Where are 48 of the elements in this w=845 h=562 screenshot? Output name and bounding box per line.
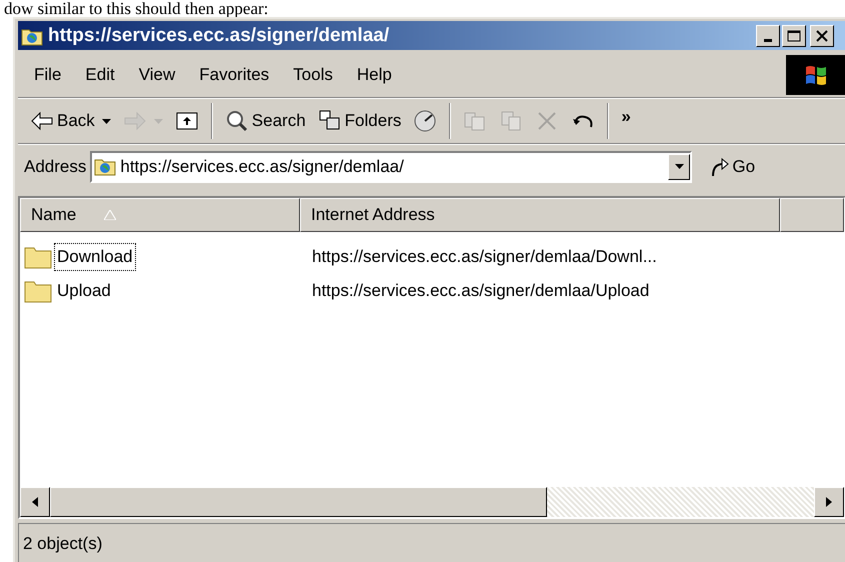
scroll-left-button[interactable] <box>20 487 50 517</box>
pages-icon <box>499 109 524 133</box>
go-button[interactable]: Go <box>704 150 762 182</box>
folder-icon <box>24 279 52 303</box>
menu-item[interactable]: Edit <box>73 60 127 90</box>
search-button[interactable]: Search <box>220 103 310 139</box>
clock-icon <box>413 109 438 133</box>
window-title: https://services.ecc.as/signer/demlaa/ <box>48 26 390 45</box>
address-label: Address <box>24 156 86 178</box>
address-field[interactable]: https://services.ecc.as/signer/demlaa/ <box>90 150 692 182</box>
caret-icon <box>674 164 684 169</box>
menu-item[interactable]: Help <box>344 60 404 90</box>
minimize-icon <box>764 38 772 42</box>
windows-flag-icon <box>804 64 828 86</box>
chevron-button[interactable]: » <box>617 99 635 135</box>
left-arrow-icon <box>32 497 38 507</box>
horizontal-scrollbar[interactable] <box>20 487 844 517</box>
minimize-button[interactable] <box>756 24 780 46</box>
menu-item[interactable]: Favorites <box>187 60 282 90</box>
document-text: dow similar to this should then appear: <box>3 0 270 16</box>
dropdown-button[interactable] <box>668 154 690 180</box>
search-icon <box>224 109 249 133</box>
maximize-button[interactable] <box>782 24 806 46</box>
curved-arrow-icon <box>710 156 730 178</box>
caret-icon <box>154 118 163 124</box>
menu-item[interactable]: Tools <box>281 60 345 90</box>
close-icon <box>816 30 828 42</box>
menu-item[interactable]: File <box>22 60 74 90</box>
status-text: 2 object(s) <box>23 533 102 556</box>
menu-item[interactable]: View <box>126 60 188 90</box>
file-name[interactable]: Download <box>54 243 136 271</box>
right-arrow-icon <box>826 497 832 507</box>
back-arrow-icon <box>30 109 54 133</box>
maximize-icon <box>787 30 801 42</box>
column-header[interactable]: Name <box>20 198 300 232</box>
folder-icon <box>24 245 52 269</box>
sort-triangle-icon <box>104 210 116 220</box>
forward-arrow-icon <box>122 109 147 133</box>
caret-icon <box>102 118 111 124</box>
address-cell-text: https://services.ecc.as/signer/demlaa/Upload <box>311 280 650 302</box>
scroll-thumb[interactable] <box>50 487 547 517</box>
address-cell-text: https://services.ecc.as/signer/demlaa/Downl... <box>311 246 657 268</box>
folders-button[interactable]: Folders <box>314 103 406 139</box>
column-header[interactable]: Internet Address <box>300 198 780 232</box>
scroll-right-button[interactable] <box>814 487 844 517</box>
back-button[interactable]: Back <box>26 103 115 139</box>
close-button[interactable] <box>810 24 834 46</box>
file-name[interactable]: Upload <box>54 277 114 305</box>
